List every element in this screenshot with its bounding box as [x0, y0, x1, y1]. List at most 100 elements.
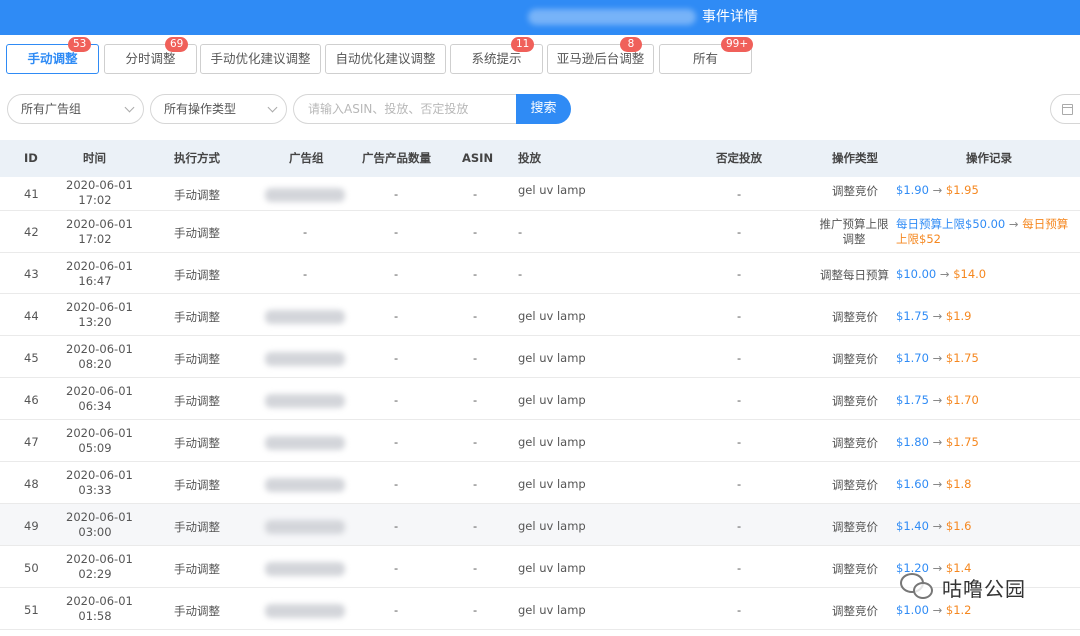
- tab-count-badge: 8: [620, 37, 642, 52]
- watermark-text: 咕噜公园: [942, 576, 1026, 601]
- cell-op-record: $10.00 → $14.0: [896, 267, 986, 281]
- cell-id: 50: [24, 561, 39, 575]
- ad-group-select[interactable]: 所有广告组: [7, 94, 144, 124]
- tab-scheduled[interactable]: 分时调整 69: [104, 37, 197, 74]
- tab-all[interactable]: 所有 99+: [659, 37, 754, 74]
- column-header-id[interactable]: ID: [24, 140, 38, 177]
- cell-product-count: -: [394, 477, 399, 491]
- search-button[interactable]: 搜索: [516, 94, 571, 124]
- cell-method: 手动调整: [174, 436, 220, 450]
- cell-method: 手动调整: [174, 562, 220, 576]
- column-header-negative[interactable]: 否定投放: [716, 140, 762, 177]
- cell-id: 42: [24, 225, 39, 239]
- cell-date: 2020-06-01: [66, 426, 133, 440]
- old-value: $1.90: [896, 183, 929, 197]
- cell-id: 45: [24, 351, 39, 365]
- blurred-ad-group: [265, 562, 345, 576]
- table-row[interactable]: 43 2020-06-01 16:47 手动调整 - - - - - 调整每日预…: [0, 253, 1080, 294]
- cell-targeting: gel uv lamp: [518, 183, 586, 197]
- old-value: $1.75: [896, 309, 929, 323]
- blurred-ad-group: [265, 352, 345, 366]
- cell-op-type: 调整竞价: [832, 562, 878, 576]
- new-value: $1.95: [945, 183, 979, 197]
- cell-clock: 02:29: [78, 567, 112, 581]
- cell-targeting: gel uv lamp: [518, 603, 586, 617]
- cell-op-record: $1.40 → $1.6: [896, 519, 972, 533]
- cell-id: 44: [24, 309, 39, 323]
- table-header: ID 时间 执行方式 广告组 广告产品数量 ASIN 投放 否定投放 操作类型 …: [0, 140, 1080, 177]
- cell-method: 手动调整: [174, 268, 220, 282]
- cell-time: 2020-06-01 03:33: [66, 468, 133, 498]
- column-header-op-record[interactable]: 操作记录: [966, 140, 1012, 177]
- tab-count-badge: 11: [511, 37, 535, 52]
- cell-op-type: 调整竞价: [832, 310, 878, 324]
- cell-product-count: -: [394, 519, 399, 533]
- cell-ad-group: -: [303, 267, 308, 281]
- column-header-op-type[interactable]: 操作类型: [832, 140, 878, 177]
- table-row[interactable]: 45 2020-06-01 08:20 手动调整 - - gel uv lamp…: [0, 336, 1080, 378]
- arrow-right-icon: →: [932, 435, 943, 449]
- cell-targeting: gel uv lamp: [518, 435, 586, 449]
- table-row[interactable]: 48 2020-06-01 03:33 手动调整 - - gel uv lamp…: [0, 462, 1080, 504]
- cell-date: 2020-06-01: [66, 552, 133, 566]
- filter-bar: 所有广告组 所有操作类型 搜索: [0, 94, 1080, 124]
- cell-ad-group: -: [303, 225, 308, 239]
- cell-time: 2020-06-01 13:20: [66, 300, 133, 330]
- old-value: $1.40: [896, 519, 929, 533]
- cell-time: 2020-06-01 02:29: [66, 552, 133, 582]
- cell-date: 2020-06-01: [66, 178, 133, 192]
- tab-label: 所有: [692, 51, 718, 66]
- column-header-product-count[interactable]: 广告产品数量: [362, 140, 431, 177]
- table-row[interactable]: 44 2020-06-01 13:20 手动调整 - - gel uv lamp…: [0, 294, 1080, 336]
- cell-product-count: -: [394, 435, 399, 449]
- top-bar: 事件详情: [0, 0, 1080, 35]
- cell-method: 手动调整: [174, 352, 220, 366]
- chevron-down-icon: [267, 102, 278, 113]
- cell-op-type: 调整竞价: [832, 478, 878, 492]
- column-header-asin[interactable]: ASIN: [462, 140, 493, 177]
- cell-op-type: 调整竞价: [832, 604, 878, 618]
- column-header-time[interactable]: 时间: [83, 140, 106, 177]
- tab-manual-suggestion[interactable]: 手动优化建议调整: [200, 44, 321, 74]
- search-input[interactable]: [293, 94, 519, 124]
- cell-method: 手动调整: [174, 394, 220, 408]
- cell-clock: 16:47: [78, 274, 112, 288]
- op-type-select[interactable]: 所有操作类型: [150, 94, 287, 124]
- cell-date: 2020-06-01: [66, 594, 133, 608]
- table-row[interactable]: 46 2020-06-01 06:34 手动调整 - - gel uv lamp…: [0, 378, 1080, 420]
- table-row[interactable]: 41 2020-06-01 17:02 手动调整 - - gel uv lamp…: [0, 177, 1080, 211]
- cell-time: 2020-06-01 01:58: [66, 594, 133, 624]
- blurred-ad-group: [265, 436, 345, 450]
- column-header-targeting[interactable]: 投放: [518, 140, 541, 177]
- tab-auto-suggestion[interactable]: 自动优化建议调整: [325, 44, 446, 74]
- cell-method: 手动调整: [174, 478, 220, 492]
- old-value: $1.60: [896, 477, 929, 491]
- cell-op-type: 调整每日预算: [820, 268, 889, 282]
- calendar-icon: [1062, 104, 1073, 115]
- tab-system-notice[interactable]: 系统提示 11: [450, 37, 543, 74]
- arrow-right-icon: →: [932, 393, 943, 407]
- new-value: $1.9: [945, 309, 972, 323]
- arrow-right-icon: →: [932, 477, 943, 491]
- date-picker-button[interactable]: [1050, 94, 1080, 124]
- tab-manual[interactable]: 手动调整 53: [6, 37, 99, 74]
- cell-op-type: 调整竞价: [832, 436, 878, 450]
- column-header-method[interactable]: 执行方式: [174, 140, 220, 177]
- cell-id: 41: [24, 187, 39, 201]
- cell-clock: 03:33: [78, 483, 112, 497]
- cell-time: 2020-06-01 17:02: [66, 178, 133, 208]
- cell-negative: -: [737, 603, 742, 617]
- cell-op-type: 调整竞价: [832, 184, 878, 198]
- table-row[interactable]: 42 2020-06-01 17:02 手动调整 - - - - - 推广预算上…: [0, 211, 1080, 253]
- cell-targeting: -: [518, 225, 523, 239]
- cell-asin: -: [473, 561, 478, 575]
- new-value: $1.8: [945, 477, 972, 491]
- cell-date: 2020-06-01: [66, 510, 133, 524]
- table-row[interactable]: 49 2020-06-01 03:00 手动调整 - - gel uv lamp…: [0, 504, 1080, 546]
- tab-amazon-backend[interactable]: 亚马逊后台调整 8: [547, 37, 654, 74]
- cell-product-count: -: [394, 561, 399, 575]
- cell-op-record: $1.75 → $1.9: [896, 309, 972, 323]
- table-row[interactable]: 47 2020-06-01 05:09 手动调整 - - gel uv lamp…: [0, 420, 1080, 462]
- cell-time: 2020-06-01 17:02: [66, 217, 133, 247]
- column-header-ad-group[interactable]: 广告组: [289, 140, 324, 177]
